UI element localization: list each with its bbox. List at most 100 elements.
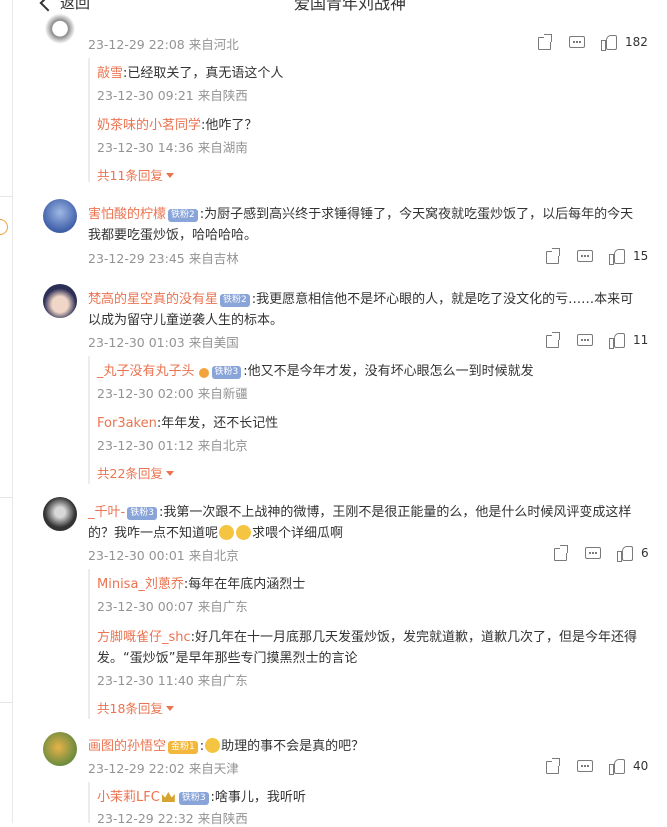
- more-replies-button[interactable]: 共18条回复: [97, 698, 174, 717]
- fan-badge: 铁粉3: [178, 792, 209, 805]
- reply-username[interactable]: 方脚嘅雀仔_shc: [97, 630, 191, 645]
- comment-icon[interactable]: [577, 248, 593, 264]
- like-icon[interactable]: [609, 758, 625, 775]
- fan-badge: 金粉1: [168, 741, 198, 754]
- comment-meta: 23-12-29 22:02 来自天津: [88, 761, 239, 776]
- share-icon[interactable]: [545, 758, 561, 774]
- comment-username[interactable]: _千叶-: [88, 505, 125, 520]
- like-icon[interactable]: [609, 332, 625, 349]
- reply-text-line: 奶茶味的小茗同学:他咋了？: [97, 114, 257, 133]
- share-icon[interactable]: [553, 545, 569, 561]
- comment-icon[interactable]: [577, 332, 593, 348]
- comment-text-line: _千叶- 铁粉3:我第一次跟不上战神的微博，王刚不是很正能量的么，他是什么时候风评…: [88, 501, 631, 520]
- comment-actions: 6: [553, 545, 649, 562]
- comment-meta: 23-12-30 00:01 来自北京: [88, 548, 239, 563]
- reply-thread: [88, 569, 90, 719]
- reply-text: :啥事儿，我听听: [210, 790, 306, 805]
- comment-text-line: 的？我咋一点不知道呢 求喂个详细瓜啊: [88, 522, 343, 541]
- reply-username[interactable]: 小茉莉LFC: [97, 790, 160, 805]
- avatar[interactable]: [43, 732, 77, 766]
- comment-username[interactable]: 害怕酸的柠檬: [88, 207, 166, 222]
- reply-text: :他咋了？: [201, 118, 258, 133]
- reply-text: :已经取关了，真无语这个人: [123, 66, 284, 81]
- comment-text: :为厨子感到高兴终于求锤得锤了，今天窝夜就吃蛋炒饭了，以后每年的今天: [199, 207, 634, 222]
- comment-meta: 23-12-30 01:03 来自美国: [88, 335, 239, 350]
- comment-username[interactable]: 画图的孙悟空: [88, 739, 166, 754]
- reply-meta: 23-12-30 00:07 来自广东: [97, 599, 248, 614]
- avatar[interactable]: [43, 497, 77, 531]
- comment-icon[interactable]: [585, 545, 601, 561]
- reply-username[interactable]: For3aken: [97, 416, 157, 431]
- fan-badge: 铁粉3: [211, 366, 242, 379]
- comment-meta: 23-12-29 23:45 来自吉林: [88, 251, 239, 266]
- comment-actions: 40: [545, 758, 648, 775]
- reply-thread: [88, 782, 90, 823]
- page-title: 爱国青年刘战神: [294, 0, 407, 12]
- like-icon[interactable]: [601, 34, 617, 51]
- like-count: 15: [633, 249, 649, 263]
- fan-badge: 铁粉3: [127, 507, 157, 520]
- reply-username[interactable]: _丸子没有丸子头: [97, 364, 195, 379]
- reply-thread: [88, 356, 90, 484]
- circle-indicator-icon[interactable]: [0, 219, 8, 235]
- caret-down-icon: [165, 173, 174, 178]
- fan-badge: 铁粉2: [220, 294, 250, 307]
- more-replies-button[interactable]: 共11条回复: [97, 165, 174, 184]
- comment-username[interactable]: 梵高的星空真的没有星: [88, 292, 218, 307]
- more-replies-label: 共22条回复: [97, 466, 163, 481]
- reply-meta: 23-12-30 11:40 来自广东: [97, 673, 248, 688]
- share-icon[interactable]: [545, 332, 561, 348]
- like-count: 6: [641, 546, 649, 560]
- avatar[interactable]: [43, 199, 77, 233]
- comment-actions: 15: [545, 248, 649, 265]
- more-replies-button[interactable]: 共22条回复: [97, 463, 174, 482]
- reply-text-line: 敲雪:已经取关了，真无语这个人: [97, 62, 283, 81]
- like-icon[interactable]: [617, 545, 633, 562]
- reply-meta: 23-12-30 14:36 来自湖南: [97, 140, 248, 155]
- reply-username[interactable]: Minisa_刘蔥乔: [97, 577, 184, 592]
- caret-down-icon: [165, 471, 174, 476]
- comment-icon[interactable]: [569, 34, 585, 50]
- reply-text-line: 方脚嘅雀仔_shc:好几年在十一月底那几天发蛋炒饭，发完就道歉，道歉几次了，但是…: [97, 626, 637, 645]
- emoji-icon: [205, 738, 221, 753]
- comment-text: :我第一次跟不上战神的微博，王刚不是很正能量的么，他是什么时候风评变成这样: [158, 505, 632, 520]
- avatar[interactable]: [43, 284, 77, 318]
- comment-icon[interactable]: [577, 758, 593, 774]
- reply-username[interactable]: 敲雪: [97, 66, 123, 81]
- like-count: 182: [625, 35, 648, 49]
- reply-text: :每年在年底内涵烈士: [183, 577, 306, 592]
- emoji-icon: [236, 525, 252, 540]
- like-icon[interactable]: [609, 248, 625, 265]
- comment-text: 我都要吃蛋炒饭，哈哈哈哈。: [88, 228, 258, 243]
- comment-text: 以成为留守儿童逆袭人生的标本。: [88, 313, 284, 328]
- comment-actions: 11: [545, 332, 649, 349]
- reply-thread: [88, 58, 90, 182]
- reply-text-line: For3aken:年年发，还不长记性: [97, 412, 278, 431]
- reply-text: :好几年在十一月底那几天发蛋炒饭，发完就道歉，道歉几次了，但是今年还得: [190, 630, 638, 645]
- comment-text-line: 画图的孙悟空 金粉1: 助理的事不会是真的吧？: [88, 738, 365, 754]
- reply-meta: 23-12-30 09:21 来自陕西: [97, 88, 248, 103]
- like-count: 11: [633, 333, 649, 347]
- divider: [0, 196, 12, 197]
- comment-text: 求喂个详细瓜啊: [252, 526, 344, 541]
- share-icon[interactable]: [545, 248, 561, 264]
- divider: [0, 497, 12, 498]
- comment-actions: 182: [537, 34, 648, 51]
- comment-text-line: 害怕酸的柠檬 铁粉2:为厨子感到高兴终于求锤得锤了，今天窝夜就吃蛋炒饭了，以后每年…: [88, 203, 633, 222]
- reply-text-line: 小茉莉LFC 铁粉3:啥事儿，我听听: [97, 786, 306, 805]
- heart-icon: [198, 368, 209, 378]
- divider: [0, 702, 12, 703]
- emoji-icon: [219, 525, 235, 540]
- more-replies-label: 共11条回复: [97, 168, 163, 183]
- reply-text: 发。“蛋炒饭”是早年那些专门摸黑烈士的言论: [97, 651, 358, 666]
- share-icon[interactable]: [537, 34, 553, 50]
- reply-username[interactable]: 奶茶味的小茗同学: [97, 118, 201, 133]
- reply-text: :他又不是今年才发，没有坏心眼怎么一到时候就发: [243, 364, 534, 379]
- crown-icon: [161, 792, 175, 802]
- top-bar: 返回 爱国青年刘战神: [12, 0, 667, 12]
- reply-text: :年年发，还不长记性: [156, 416, 279, 431]
- comment-meta: 23-12-29 22:08 来自河北: [88, 37, 239, 52]
- left-panel: [0, 0, 13, 823]
- avatar[interactable]: [43, 10, 77, 44]
- comment-text: 的？我咋一点不知道呢: [88, 526, 219, 541]
